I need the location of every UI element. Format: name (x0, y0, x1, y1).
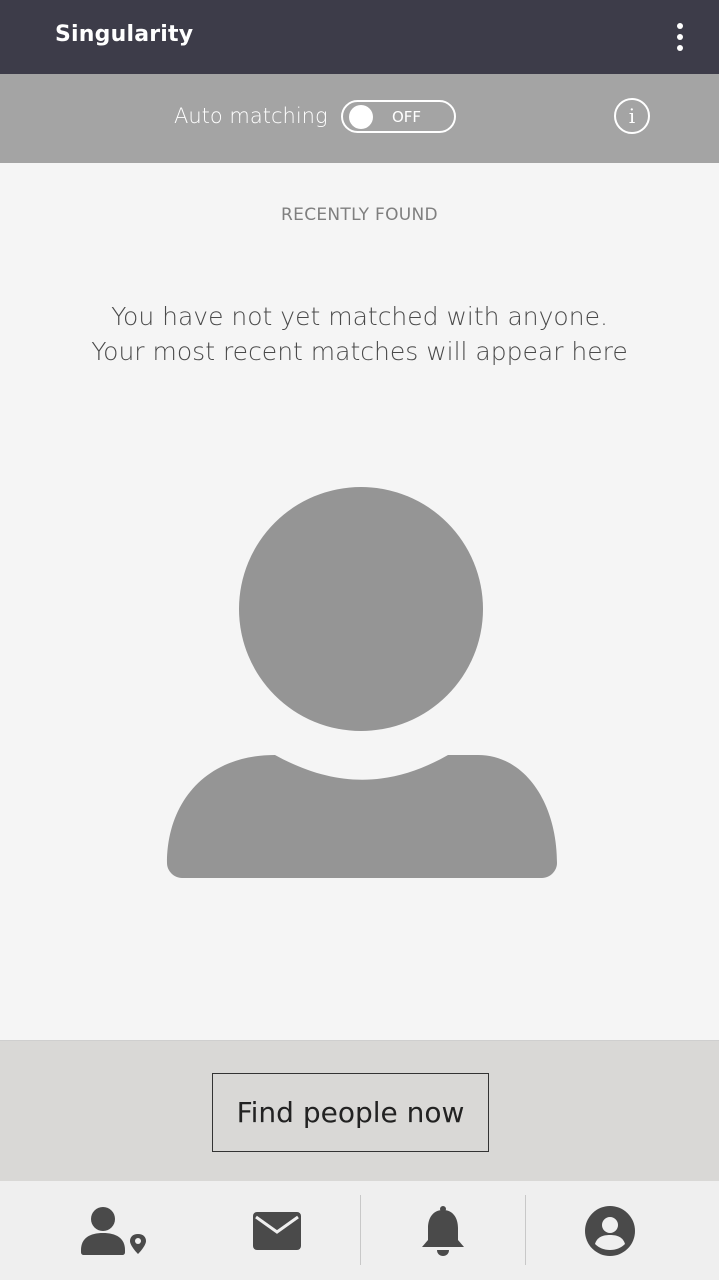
nav-people-nearby[interactable] (60, 1181, 170, 1280)
placeholder-body (167, 755, 557, 878)
recent-matches-panel: RECENTLY FOUND You have not yet matched … (0, 163, 719, 1040)
nav-messages[interactable] (222, 1181, 332, 1280)
people-nearby-icon (81, 1206, 146, 1255)
more-vert-icon[interactable] (669, 20, 691, 54)
empty-message-line: Your most recent matches will appear her… (91, 337, 628, 366)
nav-profile[interactable] (555, 1181, 665, 1280)
nav-divider (360, 1195, 361, 1265)
toggle-knob (349, 105, 373, 129)
person-placeholder-icon (167, 487, 557, 878)
bell-icon (422, 1205, 464, 1256)
app-bar: Singularity (0, 0, 719, 74)
kebab-dot (677, 45, 683, 51)
app-title: Singularity (55, 22, 194, 47)
empty-message-line: You have not yet matched with anyone. (111, 302, 608, 331)
find-people-button[interactable]: Find people now (212, 1073, 489, 1152)
nav-divider (525, 1195, 526, 1265)
section-heading: RECENTLY FOUND (281, 205, 438, 225)
auto-matching-label: Auto matching (174, 104, 328, 128)
bottom-nav (0, 1181, 719, 1280)
empty-state-message: You have not yet matched with anyone. Yo… (0, 299, 719, 369)
kebab-dot (677, 34, 683, 40)
toggle-state-label: OFF (392, 108, 422, 126)
mail-icon (253, 1211, 301, 1250)
kebab-dot (677, 23, 683, 29)
placeholder-head (239, 487, 483, 731)
auto-matching-toggle[interactable]: OFF (341, 100, 456, 133)
cta-area: Find people now (0, 1040, 719, 1181)
nav-notifications[interactable] (388, 1181, 498, 1280)
auto-matching-bar: Auto matching OFF i (0, 74, 719, 163)
account-circle-icon (585, 1205, 635, 1256)
info-icon[interactable]: i (614, 98, 650, 134)
